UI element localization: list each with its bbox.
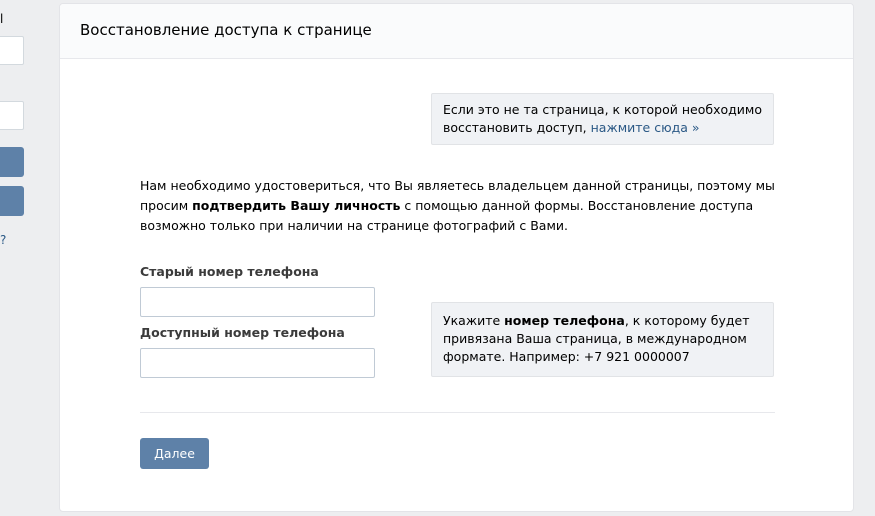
phone-hint-bold: номер телефона bbox=[504, 313, 625, 328]
old-phone-label: Старый номер телефона bbox=[140, 264, 319, 279]
left-sidebar-fragment: l ? bbox=[0, 0, 40, 516]
phone-hint-part1: Укажите bbox=[443, 313, 505, 328]
intro-bold: подтвердить Вашу личность bbox=[192, 198, 401, 213]
intro-text: Нам необходимо удостовериться, что Вы яв… bbox=[140, 176, 790, 236]
divider bbox=[140, 412, 775, 413]
sidebar-register-button[interactable] bbox=[0, 186, 24, 216]
sidebar-login-input[interactable] bbox=[0, 36, 24, 65]
next-button[interactable]: Далее bbox=[140, 438, 209, 469]
new-phone-input[interactable] bbox=[140, 348, 375, 378]
page-title: Восстановление доступа к странице bbox=[60, 4, 853, 59]
old-phone-input[interactable] bbox=[140, 287, 375, 317]
phone-hint-box: Укажите номер телефона, к которому будет… bbox=[431, 302, 774, 377]
sidebar-label-fragment: l bbox=[0, 12, 4, 26]
sidebar-password-input[interactable] bbox=[0, 101, 24, 130]
sidebar-forgot-link[interactable]: ? bbox=[0, 233, 6, 247]
sidebar-login-button[interactable] bbox=[0, 147, 24, 177]
wrong-page-notice: Если это не та страница, к которой необх… bbox=[431, 93, 774, 145]
click-here-link[interactable]: нажмите сюда » bbox=[591, 120, 700, 135]
restore-access-card: Восстановление доступа к странице Если э… bbox=[59, 3, 854, 512]
new-phone-label: Доступный номер телефона bbox=[140, 325, 345, 340]
